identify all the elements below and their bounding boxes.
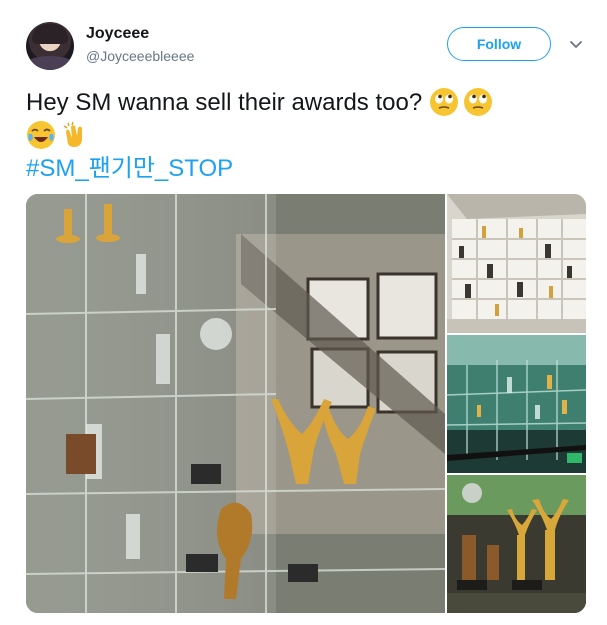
award-shelves-photo-icon — [447, 194, 586, 333]
rolling-eyes-emoji-icon-2 — [463, 88, 492, 116]
media-image-main[interactable] — [26, 194, 445, 613]
avatar-shoulder — [26, 56, 74, 70]
media-image-4[interactable] — [447, 475, 586, 613]
tweet-media-grid — [26, 194, 586, 613]
hashtag-link[interactable]: #SM_팬기만_STOP — [26, 155, 233, 182]
award-trophies-photo-icon — [447, 475, 586, 613]
awards-display-photo-icon — [26, 194, 445, 613]
tweet-body: Hey SM wanna sell their awards too? #SM_… — [26, 86, 586, 185]
user-avatar[interactable] — [26, 22, 74, 70]
follow-button[interactable]: Follow — [447, 27, 551, 61]
tears-of-joy-emoji-icon — [27, 121, 55, 149]
avatar-hair — [32, 24, 68, 44]
rolling-eyes-emoji-icon — [429, 88, 458, 116]
media-image-3[interactable] — [447, 335, 586, 473]
display-name[interactable]: Joyceee — [86, 25, 149, 43]
clapping-hands-emoji-icon — [63, 121, 82, 147]
tweet-text: Hey SM wanna sell their awards too? — [26, 89, 423, 116]
media-image-2[interactable] — [447, 194, 586, 333]
chevron-down-icon[interactable] — [568, 36, 584, 52]
award-gallery-photo-icon — [447, 335, 586, 473]
user-handle[interactable]: @Joyceeebleeee — [86, 48, 194, 64]
